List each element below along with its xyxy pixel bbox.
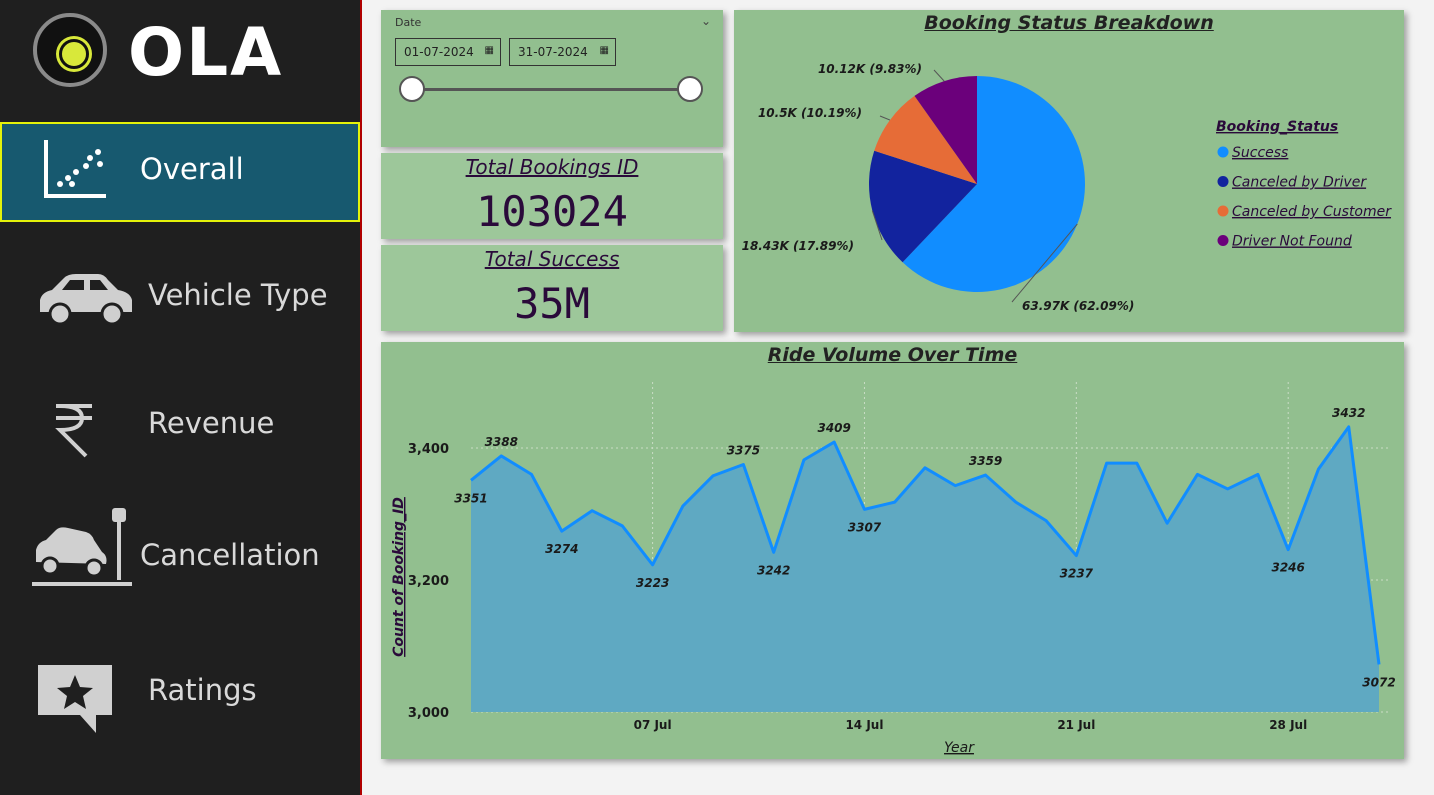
calendar-icon[interactable]: ▦ — [600, 45, 609, 56]
area-data-label: 3409 — [817, 421, 850, 435]
legend-marker — [1217, 235, 1229, 246]
area-data-label: 3274 — [545, 542, 578, 556]
total-bookings-card: Total Bookings ID 103024 — [381, 153, 723, 239]
y-axis-title: Count of Booking_ID — [391, 497, 407, 657]
end-date-value: 31-07-2024 — [518, 45, 588, 59]
nav-label-overall: Overall — [140, 152, 244, 186]
area-data-label: 3432 — [1332, 406, 1365, 420]
star-comment-icon — [38, 665, 112, 733]
start-date-value: 01-07-2024 — [404, 45, 474, 59]
total-success-card: Total Success 35M — [381, 245, 723, 331]
legend-marker — [1217, 176, 1229, 187]
area-data-label: 3351 — [454, 491, 487, 505]
brand-name: OLA — [128, 14, 284, 91]
legend-item[interactable]: Driver Not Found — [1232, 234, 1352, 250]
pie-data-label: 10.5K (10.19%) — [758, 106, 862, 120]
area-data-label: 3388 — [485, 435, 518, 449]
area-data-label: 3223 — [636, 576, 669, 590]
calendar-icon[interactable]: ▦ — [485, 45, 494, 56]
ride-volume-area-chart: 3,000 3,200 3,400 07 Jul 14 Jul 21 Jul 28 Jul 3… — [391, 382, 1396, 756]
x-tick-label: 21 Jul — [1057, 718, 1095, 732]
nav-label-vehicle-type: Vehicle Type — [148, 278, 328, 312]
pie-leader-line — [879, 115, 891, 121]
car-icon — [40, 274, 132, 326]
start-date-input[interactable]: 01-07-2024 ▦ — [395, 38, 501, 66]
date-filter-label: Date — [395, 16, 422, 29]
nav-label-revenue: Revenue — [148, 406, 275, 440]
total-bookings-value: 103024 — [476, 187, 628, 236]
area-data-label: 3242 — [757, 563, 790, 577]
area-data-label: 3307 — [848, 520, 882, 534]
legend-marker — [1217, 146, 1229, 158]
rupee-icon — [55, 404, 92, 458]
nav-label-cancellation: Cancellation — [140, 538, 320, 572]
scatter-chart-icon — [44, 140, 106, 198]
pie-data-label: 18.43K (17.89%) — [742, 239, 854, 253]
chevron-down-icon[interactable]: ⌄ — [701, 14, 711, 28]
car-crash-icon — [32, 508, 132, 586]
x-axis-title: Year — [944, 740, 975, 756]
y-tick-label: 3,400 — [408, 442, 449, 457]
pie-data-label: 10.12K (9.83%) — [818, 62, 922, 76]
pie-legend-title: Booking_Status — [1216, 119, 1338, 135]
x-tick-label: 28 Jul — [1269, 718, 1307, 732]
legend-item[interactable]: Canceled by Customer — [1232, 204, 1392, 220]
date-slicer: Date ⌄ 01-07-2024 ▦ 31-07-2024 ▦ — [381, 10, 723, 147]
total-success-value: 35M — [514, 279, 590, 328]
nav-label-ratings: Ratings — [148, 673, 257, 707]
date-range-track[interactable] — [411, 88, 691, 91]
y-tick-label: 3,200 — [408, 574, 449, 589]
ride-volume-card: Ride Volume Over Time 3,000 3,200 3,400 07 … — [381, 342, 1404, 759]
total-success-title: Total Success — [484, 247, 620, 271]
pie-leader-line — [933, 69, 945, 82]
booking-status-pie-chart: 63.97K (62.09%) 18.43K (17.89%) 10.5K (10.… — [742, 62, 1393, 313]
sidebar: OLA Overall Vehicle Type Revenue Cancell… — [0, 0, 362, 795]
end-date-input[interactable]: 31-07-2024 ▦ — [509, 38, 616, 66]
area-data-label: 3359 — [969, 454, 1002, 468]
x-tick-label: 14 Jul — [845, 718, 883, 732]
nav-item-cancellation[interactable]: Cancellation — [0, 500, 360, 610]
y-tick-label: 3,000 — [408, 706, 449, 721]
date-range-start-handle[interactable] — [399, 76, 425, 102]
ola-logo-icon — [33, 13, 107, 87]
ola-logo: OLA — [30, 10, 360, 110]
legend-marker — [1217, 205, 1229, 217]
legend-item[interactable]: Success — [1232, 145, 1288, 161]
area-data-label: 3246 — [1271, 561, 1304, 575]
date-range-end-handle[interactable] — [677, 76, 703, 102]
nav-item-vehicle-type[interactable]: Vehicle Type — [0, 250, 360, 350]
x-tick-label: 07 Jul — [634, 718, 672, 732]
nav-item-overall[interactable]: Overall — [0, 122, 360, 222]
total-bookings-title: Total Bookings ID — [465, 155, 639, 179]
area-data-label: 3237 — [1060, 567, 1094, 581]
legend-item[interactable]: Canceled by Driver — [1232, 175, 1367, 191]
area-data-label: 3375 — [727, 444, 760, 458]
pie-data-label: 63.97K (62.09%) — [1022, 299, 1134, 313]
booking-status-card: Booking Status Breakdown 63.97K (62.09%)… — [734, 10, 1404, 332]
nav-item-ratings[interactable]: Ratings — [0, 645, 360, 745]
area-data-label: 3072 — [1362, 675, 1395, 689]
nav-item-revenue[interactable]: Revenue — [0, 378, 360, 478]
